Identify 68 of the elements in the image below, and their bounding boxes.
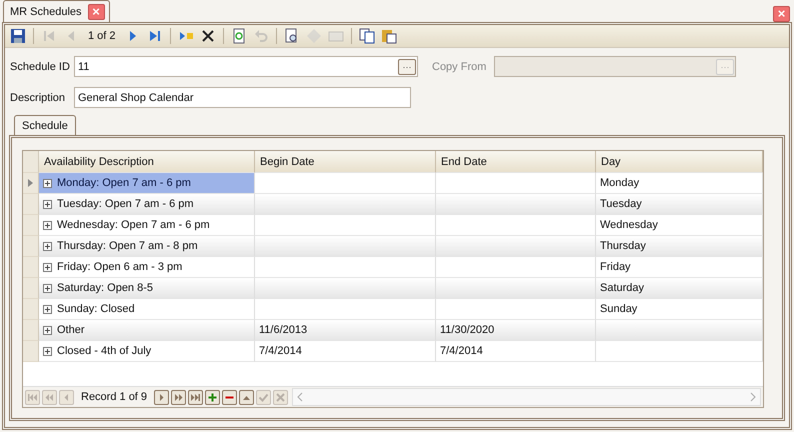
first-icon: [27, 392, 38, 402]
next-button[interactable]: [154, 390, 170, 404]
description-field[interactable]: General Shop Calendar: [74, 87, 411, 108]
cell-text: Other: [57, 324, 85, 336]
up-button[interactable]: [239, 390, 254, 404]
table-cell: 11/30/2020: [436, 320, 596, 341]
expand-icon[interactable]: [43, 262, 52, 272]
add-button[interactable]: [205, 390, 220, 404]
table-cell: 11/6/2013: [255, 320, 436, 341]
table-cell: 7/4/2014: [255, 341, 436, 362]
schedule-id-field[interactable]: 11 ···: [74, 56, 418, 77]
expand-icon[interactable]: [43, 284, 52, 292]
expand-icon[interactable]: [43, 326, 52, 334]
scroll-right-icon[interactable]: [749, 392, 757, 402]
table-cell: Saturday: [596, 278, 763, 299]
field-value: 11: [78, 60, 90, 72]
tab[interactable]: Schedule: [14, 115, 76, 135]
expand-icon[interactable]: [43, 242, 52, 250]
cell-text: Closed - 4th of July: [57, 345, 152, 357]
header-corner: [23, 151, 39, 173]
undo-icon: [252, 28, 269, 44]
last-button[interactable]: [188, 390, 204, 404]
refresh-icon: [230, 28, 247, 44]
first-icon: [41, 28, 57, 44]
expand-icon[interactable]: [43, 346, 52, 356]
table-cell: Tuesday: [596, 194, 763, 215]
cell-text: Thursday: Open 7 am - 8 pm: [57, 240, 198, 252]
tab-title: MR Schedules: [10, 6, 82, 18]
cell-text: Saturday: Open 8-5: [57, 282, 154, 294]
diamond-icon: [306, 28, 322, 44]
delete-icon: [200, 28, 216, 44]
scroll-left-icon[interactable]: [296, 392, 304, 402]
column-header[interactable]: Availability Description: [39, 151, 255, 173]
remove-button[interactable]: [222, 390, 238, 404]
page-position: 1 of 2: [87, 30, 117, 42]
horizontal-scrollbar[interactable]: [292, 388, 761, 406]
check-icon: [258, 392, 270, 402]
next-page-button[interactable]: [171, 390, 186, 404]
field-label: Schedule ID: [10, 60, 71, 72]
copy-button[interactable]: [356, 26, 377, 46]
browse-button[interactable]: ···: [398, 58, 416, 74]
table-cell: 7/4/2014: [436, 341, 596, 362]
record-position: Record 1 of 9: [80, 391, 148, 403]
add-icon: [207, 392, 218, 402]
cell-text: Wednesday: Open 7 am - 6 pm: [57, 219, 210, 231]
paste-icon: [380, 28, 397, 44]
column-header[interactable]: Day: [596, 151, 763, 173]
expand-icon[interactable]: [43, 220, 52, 230]
document-tab[interactable]: MR Schedules ×: [3, 0, 110, 22]
column-header[interactable]: End Date: [436, 151, 596, 173]
expand-icon[interactable]: [43, 304, 52, 314]
copy-icon: [358, 28, 375, 44]
cancel-icon: [275, 392, 286, 402]
cell-text: Monday: Open 7 am - 6 pm: [57, 177, 191, 189]
next-page-icon: [173, 392, 184, 402]
save-icon: [10, 28, 26, 44]
last-icon: [190, 392, 202, 402]
field-label: Description: [10, 92, 66, 104]
expand-icon[interactable]: [43, 178, 52, 188]
cell-text: Tuesday: Open 7 am - 6 pm: [57, 198, 194, 210]
cell-text: Sunday: Closed: [57, 303, 135, 315]
expand-icon[interactable]: [43, 200, 52, 208]
column-header[interactable]: Begin Date: [255, 151, 436, 173]
previous-page-icon: [44, 392, 55, 402]
table-cell: Thursday: [596, 236, 763, 257]
field-label: Copy From: [432, 60, 488, 72]
cell-text: Friday: Open 6 am - 3 pm: [57, 261, 182, 273]
save-button[interactable]: [8, 26, 28, 46]
